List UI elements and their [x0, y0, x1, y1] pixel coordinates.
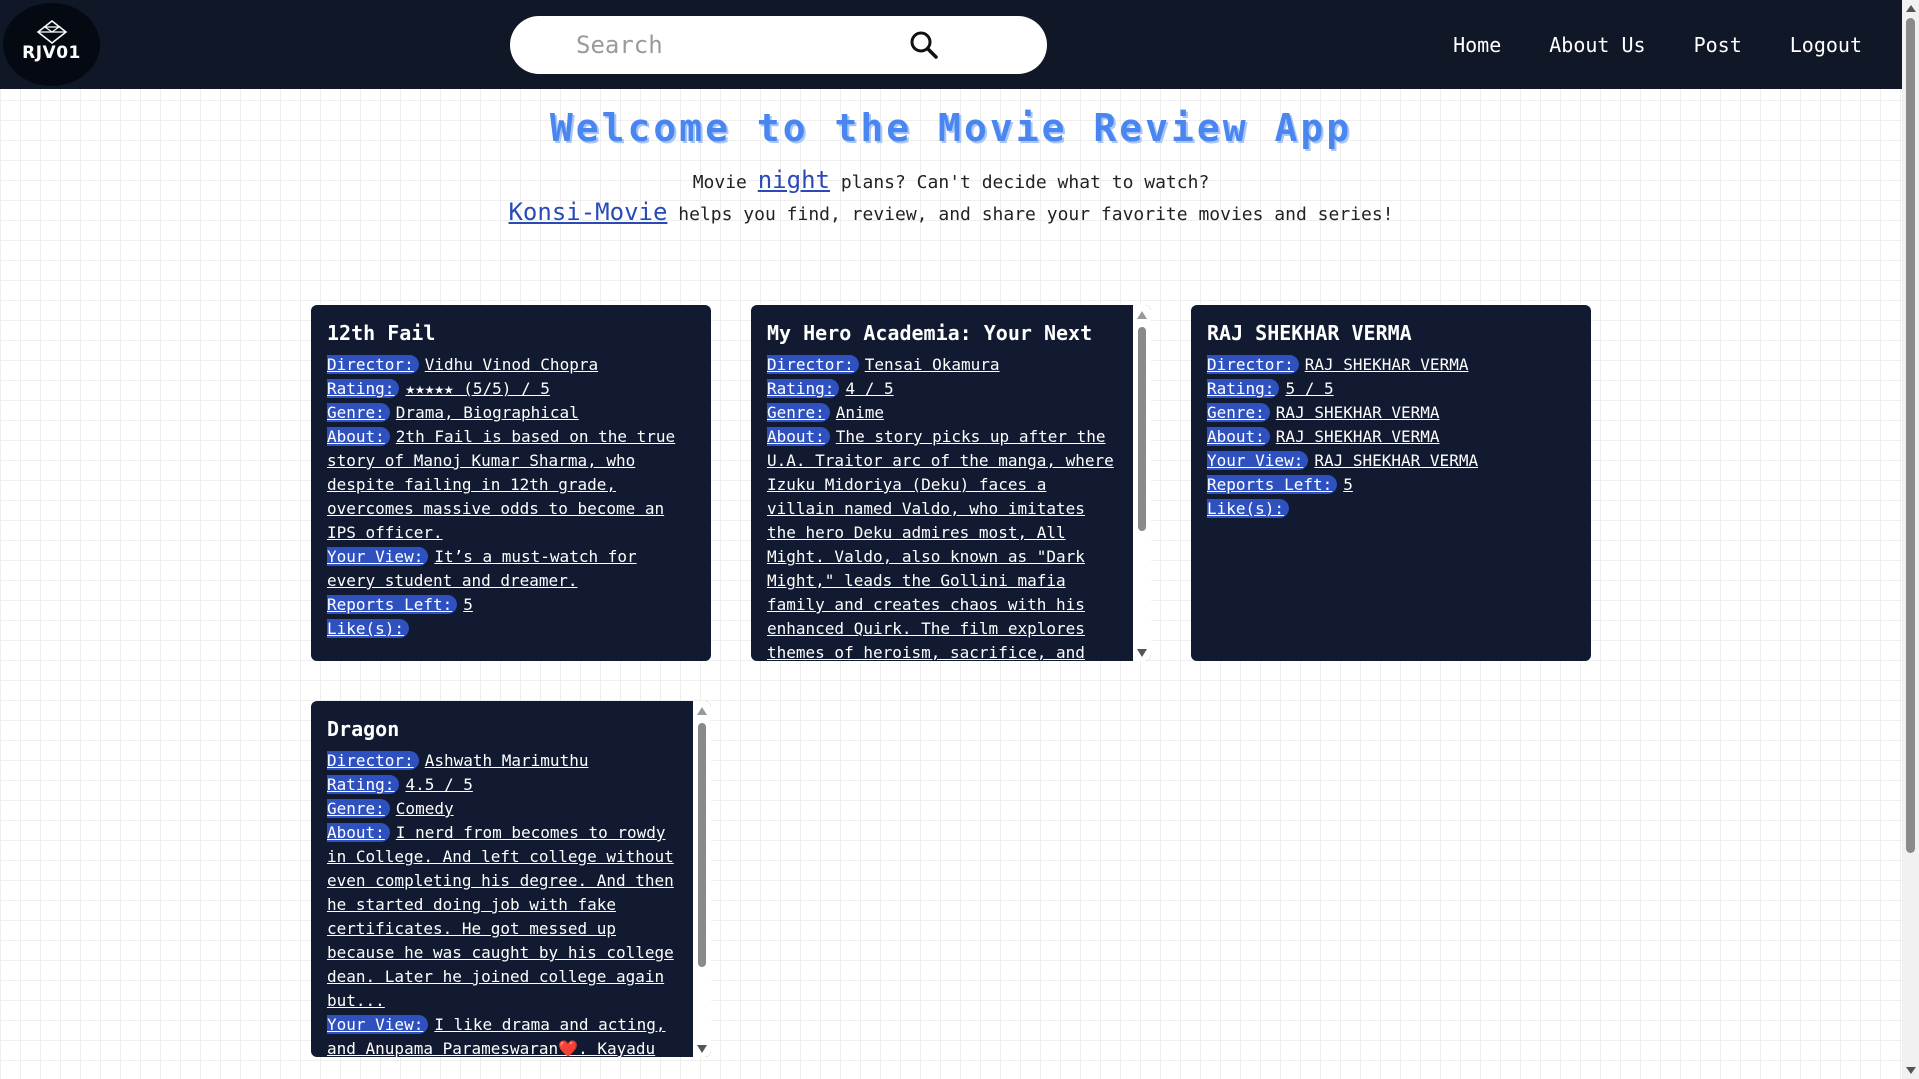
your-view-field: Your View: I like drama and acting, and A… — [327, 1015, 666, 1057]
director-field: Director: Tensai Okamura — [767, 355, 1000, 374]
rating-field: Rating: 5 / 5 — [1207, 379, 1334, 398]
your-view-field: Your View: RAJ SHEKHAR VERMA — [1207, 451, 1479, 470]
rating-field: Rating: 4.5 / 5 — [327, 775, 473, 794]
nav-about-us[interactable]: About Us — [1549, 33, 1645, 57]
genre-field: Genre: Comedy — [327, 799, 454, 818]
reports-left-field: Reports Left: 5 — [1207, 475, 1353, 494]
movie-title: Dragon — [327, 717, 400, 741]
logo-text: RJV01 — [22, 43, 81, 63]
rating-field: Rating: 4 / 5 — [767, 379, 894, 398]
navbar: RJV01 Home About Us Post Logout — [0, 0, 1902, 89]
search-icon — [910, 31, 938, 59]
search-button[interactable] — [908, 29, 940, 61]
director-field: Director: RAJ SHEKHAR VERMA — [1207, 355, 1469, 374]
scrollbar-thumb[interactable] — [1138, 327, 1146, 531]
about-field: About: The story picks up after the U.A. … — [767, 427, 1114, 661]
about-field: About: RAJ SHEKHAR VERMA — [1207, 427, 1440, 446]
tagline-line-2: Konsi-Movie helps you find, review, and … — [0, 198, 1902, 226]
logo[interactable]: RJV01 — [3, 3, 100, 86]
tagline-text: Movie — [692, 172, 758, 193]
page-scrollbar[interactable] — [1902, 0, 1919, 1079]
scroll-up-arrow-icon[interactable] — [697, 707, 707, 715]
scroll-up-arrow-icon[interactable] — [1906, 5, 1916, 12]
tagline-text: plans? Can't decide what to watch? — [829, 172, 1210, 193]
tagline-text: helps you find, review, and share your f… — [667, 204, 1394, 225]
movie-card[interactable]: Dragon Director: Ashwath Marimuthu Rating… — [311, 701, 711, 1057]
nav-post[interactable]: Post — [1694, 33, 1742, 57]
director-field: Director: Ashwath Marimuthu — [327, 751, 589, 770]
night-link[interactable]: night — [758, 166, 830, 194]
scroll-down-arrow-icon[interactable] — [1906, 1067, 1916, 1074]
genre-field: Genre: Anime — [767, 403, 884, 422]
page-title: Welcome to the Movie Review App — [549, 106, 1353, 150]
tagline-line-1: Movie night plans? Can't decide what to … — [0, 166, 1902, 194]
director-field: Director: Vidhu Vinod Chopra — [327, 355, 599, 374]
about-field: About: 2th Fail is based on the true stor… — [327, 427, 676, 542]
movie-title: 12th Fail — [327, 321, 436, 345]
konsi-movie-link[interactable]: Konsi-Movie — [508, 198, 667, 226]
movie-card[interactable]: RAJ SHEKHAR VERMA Director: RAJ SHEKHAR V… — [1191, 305, 1591, 661]
likes-field[interactable]: Like(s): — [327, 617, 693, 641]
scrollbar-thumb[interactable] — [1906, 18, 1915, 853]
genre-field: Genre: Drama, Biographical — [327, 403, 579, 422]
your-view-field: Your View: It’s a must-watch for every st… — [327, 547, 637, 590]
reports-left-field: Reports Left: 5 — [327, 595, 473, 614]
movie-card[interactable]: 12th Fail Director: Vidhu Vinod Chopra Ra… — [311, 305, 711, 661]
scroll-up-arrow-icon[interactable] — [1137, 311, 1147, 319]
rating-field: Rating: ★★★★★ (5/5) / 5 — [327, 379, 550, 398]
scrollbar-thumb[interactable] — [698, 723, 706, 967]
scroll-down-arrow-icon[interactable] — [697, 1045, 707, 1053]
diamond-logo-icon — [36, 20, 68, 44]
about-field: About: I nerd from becomes to rowdy in Co… — [327, 823, 674, 1010]
nav-links: Home About Us Post Logout — [1453, 0, 1862, 89]
card-scrollbar[interactable] — [1133, 305, 1151, 661]
search-bar — [510, 16, 1047, 74]
nav-home[interactable]: Home — [1453, 33, 1501, 57]
movie-title: RAJ SHEKHAR VERMA — [1207, 321, 1412, 345]
card-scrollbar[interactable] — [693, 701, 711, 1057]
movie-title: My Hero Academia: Your Next — [767, 321, 1093, 345]
genre-field: Genre: RAJ SHEKHAR VERMA — [1207, 403, 1440, 422]
scroll-down-arrow-icon[interactable] — [1137, 649, 1147, 657]
likes-field[interactable]: Like(s): — [1207, 497, 1573, 521]
nav-logout[interactable]: Logout — [1790, 33, 1862, 57]
movie-card[interactable]: My Hero Academia: Your Next Director: Ten… — [751, 305, 1151, 661]
search-input[interactable] — [540, 16, 960, 74]
